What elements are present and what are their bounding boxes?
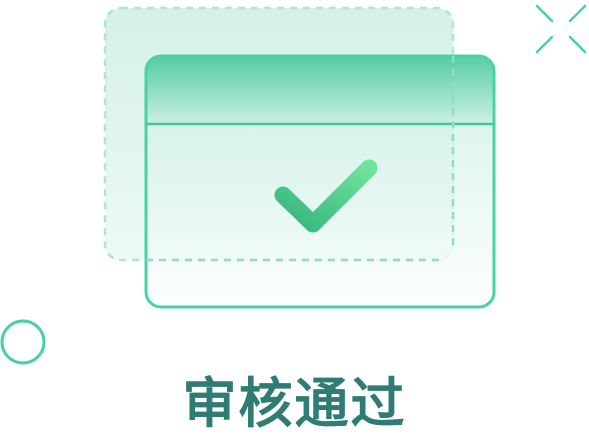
window-header (146, 56, 494, 124)
sparkle-icon (535, 4, 587, 54)
status-title: 审核通过 (182, 372, 407, 435)
circle-decoration-icon (0, 319, 46, 365)
approval-illustration (0, 4, 587, 365)
document-window-icon (144, 54, 496, 309)
